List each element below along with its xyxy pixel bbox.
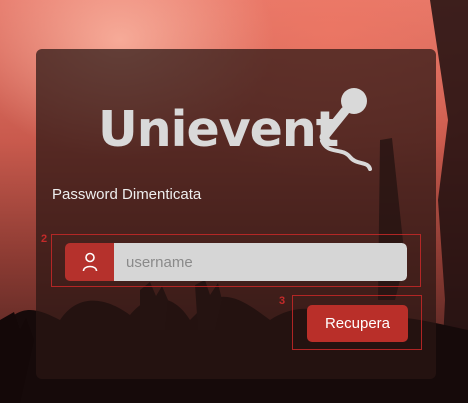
annotation-label-input: 2 xyxy=(41,233,48,245)
annotation-label-button: 3 xyxy=(279,295,286,307)
form-title: Password Dimenticata xyxy=(52,186,202,203)
username-input[interactable] xyxy=(114,243,407,281)
logo: Unievent xyxy=(98,94,339,164)
login-panel: Unievent Password Dimenticata 2 3 Recupe… xyxy=(36,49,436,379)
recupera-button[interactable]: Recupera xyxy=(307,305,408,342)
user-icon xyxy=(82,252,97,272)
username-input-group xyxy=(65,243,407,281)
user-icon-addon xyxy=(65,243,114,281)
logo-text: Unievent xyxy=(98,100,339,158)
microphone-icon xyxy=(319,88,372,171)
